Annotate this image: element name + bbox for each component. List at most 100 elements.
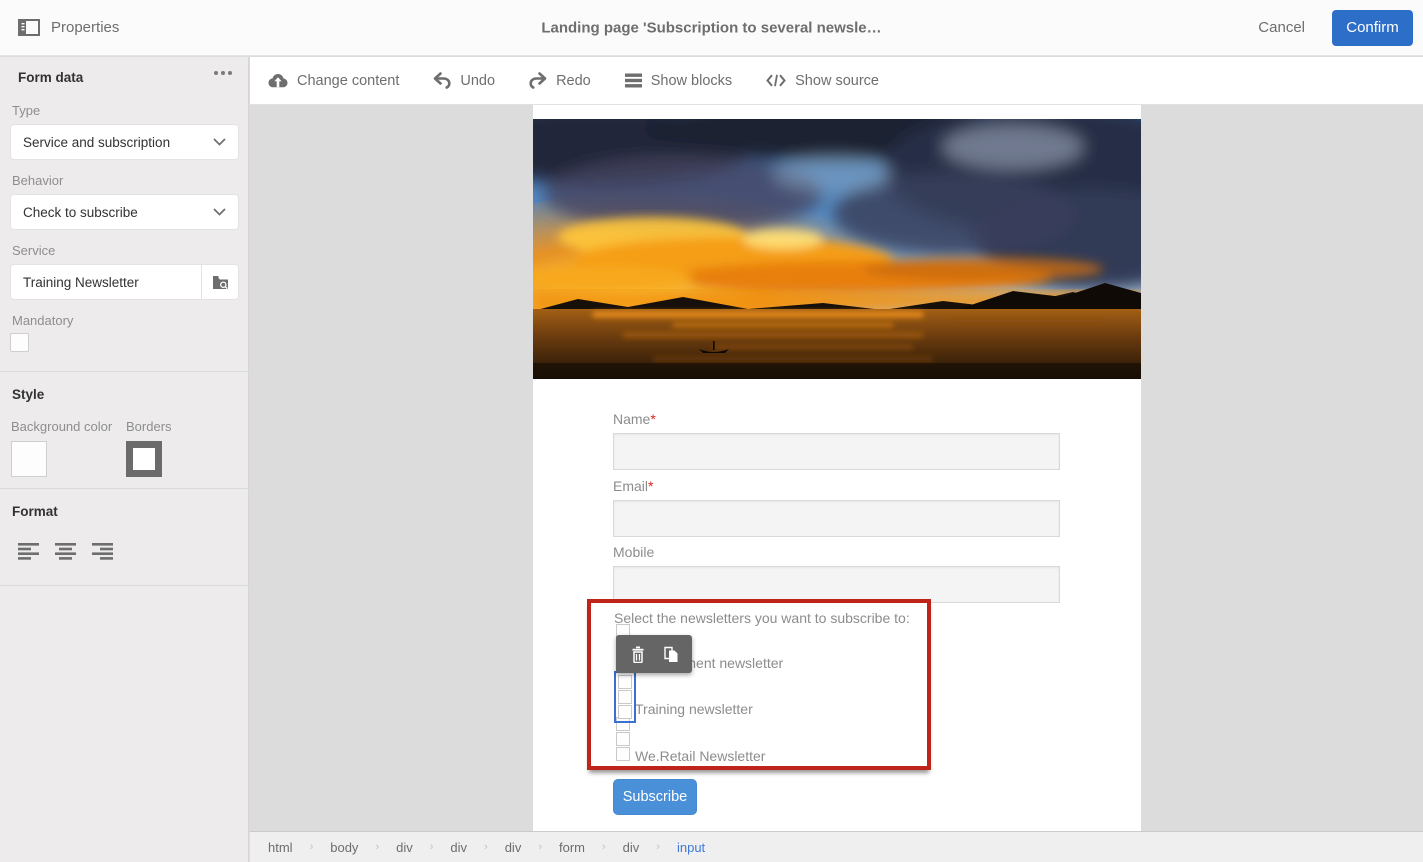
editor-toolbar: Change content Undo Redo Show blocks Sho… <box>250 57 1423 105</box>
section-divider <box>0 371 249 372</box>
background-color-label: Background color <box>11 419 113 434</box>
service-label: Service <box>12 243 56 258</box>
service-field: Training Newsletter <box>10 264 239 300</box>
mandatory-checkbox[interactable] <box>10 333 29 352</box>
breadcrumb-item-div[interactable]: div <box>623 840 640 855</box>
hero-image[interactable] <box>533 119 1141 379</box>
newsletter-label-training: Training newsletter <box>635 701 753 717</box>
breadcrumb-item-div[interactable]: div <box>505 840 522 855</box>
undo-label: Undo <box>460 72 496 89</box>
required-asterisk: * <box>648 478 654 494</box>
format-section-title: Format <box>12 504 58 519</box>
blocks-icon <box>624 73 642 88</box>
breadcrumb-item-form[interactable]: form <box>559 840 585 855</box>
checkbox[interactable] <box>616 732 630 746</box>
breadcrumb-separator: › <box>484 841 488 853</box>
type-label: Type <box>12 103 41 118</box>
background-color-swatch[interactable] <box>11 441 47 477</box>
format-align-group <box>18 543 114 560</box>
breadcrumb-separator: › <box>429 841 434 853</box>
chevron-down-icon <box>213 208 226 216</box>
properties-button[interactable]: Properties <box>0 19 119 36</box>
duplicate-element-button[interactable] <box>663 646 679 663</box>
checkbox[interactable] <box>618 675 632 689</box>
breadcrumb-item-html[interactable]: html <box>268 840 293 855</box>
breadcrumb-separator: › <box>602 841 606 853</box>
align-left-icon[interactable] <box>18 543 40 560</box>
align-right-icon[interactable] <box>92 543 114 560</box>
show-blocks-button[interactable]: Show blocks <box>624 72 733 89</box>
undo-button[interactable]: Undo <box>433 72 495 89</box>
selected-input-outline[interactable] <box>614 671 636 723</box>
borders-label: Borders <box>126 419 172 434</box>
type-select[interactable]: Service and subscription <box>10 124 239 160</box>
change-content-label: Change content <box>297 72 400 89</box>
type-select-value: Service and subscription <box>23 134 171 150</box>
breadcrumb-item-div[interactable]: div <box>450 840 467 855</box>
align-center-icon[interactable] <box>55 543 77 560</box>
breadcrumb-item-div[interactable]: div <box>396 840 413 855</box>
properties-label: Properties <box>51 19 120 36</box>
section-divider <box>0 488 249 489</box>
section-divider <box>0 585 249 586</box>
more-actions-button[interactable] <box>208 65 238 81</box>
delete-element-button[interactable] <box>630 646 646 663</box>
email-field-label: Email* <box>613 478 654 494</box>
behavior-label: Behavior <box>12 173 64 188</box>
mobile-input[interactable] <box>613 566 1060 603</box>
required-asterisk: * <box>650 411 656 427</box>
page-title: Landing page 'Subscription to several ne… <box>541 19 882 36</box>
landing-page-canvas: Name* Email* Mobile Select the newslette… <box>533 105 1141 831</box>
mobile-field-label: Mobile <box>613 544 655 560</box>
breadcrumb-separator: › <box>375 841 380 853</box>
undo-icon <box>434 72 451 89</box>
folder-search-icon <box>212 275 228 289</box>
app-window: Properties Landing page 'Subscription to… <box>0 0 1423 862</box>
change-content-button[interactable]: Change content <box>268 73 399 89</box>
properties-panel-icon <box>18 19 40 36</box>
copy-icon <box>663 646 677 662</box>
breadcrumb-separator: › <box>309 841 314 853</box>
show-source-button[interactable]: Show source <box>766 73 879 89</box>
cloud-upload-icon <box>268 73 288 87</box>
subscribe-button[interactable]: Subscribe <box>613 779 697 815</box>
service-input[interactable]: Training Newsletter <box>11 265 201 299</box>
trash-icon <box>632 646 643 663</box>
ellipsis-icon <box>214 71 218 75</box>
style-section-title: Style <box>12 387 45 402</box>
behavior-select-value: Check to subscribe <box>23 204 138 220</box>
panel-title: Form data <box>18 70 84 85</box>
confirm-button[interactable]: Confirm <box>1332 9 1413 46</box>
show-blocks-label: Show blocks <box>650 72 733 89</box>
newsletter-checkbox-group-2 <box>618 675 632 720</box>
redo-label: Redo <box>556 72 591 89</box>
redo-button[interactable]: Redo <box>529 72 591 89</box>
email-input[interactable] <box>613 500 1060 537</box>
name-input[interactable] <box>613 433 1060 470</box>
checkbox[interactable] <box>618 705 632 719</box>
newsletter-label-weretail: We.Retail Newsletter <box>635 748 766 764</box>
service-picker-button[interactable] <box>201 265 238 299</box>
newsletter-checkbox-group-3 <box>616 717 630 762</box>
form-data-panel: Form data Type Service and subscription … <box>0 57 249 862</box>
element-floating-toolbar <box>616 635 692 673</box>
editor-content-area: Name* Email* Mobile Select the newslette… <box>250 105 1423 831</box>
show-source-label: Show source <box>795 72 879 89</box>
code-icon <box>766 74 786 87</box>
newsletter-prompt: Select the newsletters you want to subsc… <box>614 610 910 626</box>
redo-icon <box>529 72 547 89</box>
breadcrumb-separator: › <box>656 841 660 853</box>
borders-swatch[interactable] <box>126 441 162 477</box>
breadcrumb-item-input-active[interactable]: input <box>677 840 705 855</box>
checkbox[interactable] <box>616 747 630 761</box>
name-field-label: Name* <box>613 411 656 427</box>
chevron-down-icon <box>213 138 226 146</box>
checkbox[interactable] <box>618 690 632 704</box>
behavior-select[interactable]: Check to subscribe <box>10 194 239 230</box>
top-header: Properties Landing page 'Subscription to… <box>0 0 1423 56</box>
breadcrumb-separator: › <box>538 841 542 853</box>
cancel-button[interactable]: Cancel <box>1258 19 1305 36</box>
dom-breadcrumb: html › body › div › div › div › form › div › in… <box>250 831 1423 862</box>
mandatory-label: Mandatory <box>12 313 74 328</box>
breadcrumb-item-body[interactable]: body <box>330 840 358 855</box>
